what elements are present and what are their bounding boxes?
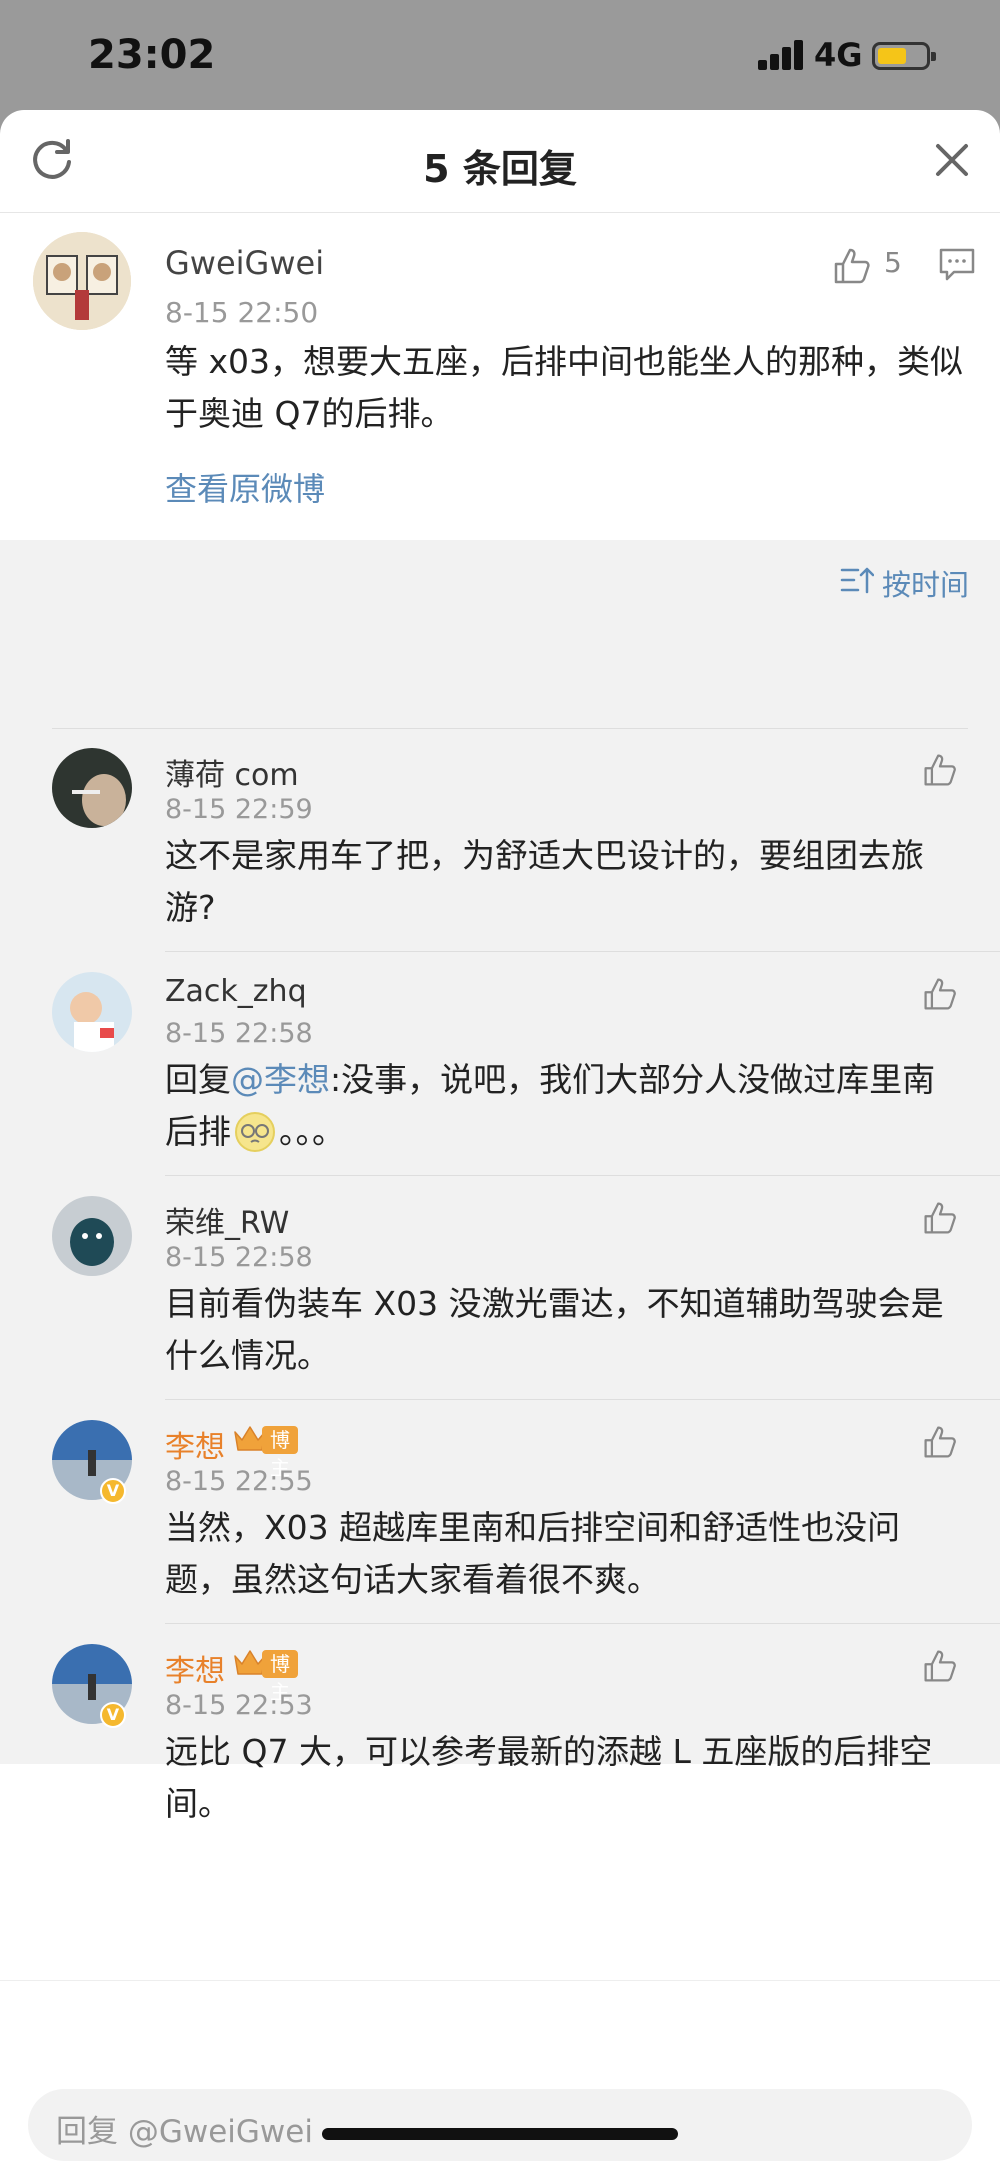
username[interactable]: 李想 [165, 1422, 225, 1466]
like-icon[interactable] [922, 752, 958, 788]
reply-text: 远比 Q7 大，可以参考最新的添越 L 五座版的后排空间。 [165, 1732, 933, 1823]
avatar[interactable] [52, 748, 132, 828]
reply-prefix: 回复 [165, 1060, 231, 1099]
list-item: V 李想 博主 8-15 22:55 当然，X03 超越库里南和后排空间和舒适性… [0, 1400, 1000, 1624]
mention-link[interactable]: @李想 [231, 1060, 330, 1099]
close-icon[interactable] [930, 138, 974, 182]
like-icon[interactable] [832, 246, 872, 286]
blogger-tag: 博主 [262, 1426, 298, 1480]
status-time: 23:02 [88, 32, 216, 78]
username[interactable]: Zack_zhq [165, 974, 307, 1009]
reply-text: 当然，X03 超越库里南和后排空间和舒适性也没问题，虽然这句话大家看着很不爽。 [165, 1508, 901, 1599]
sheet-header: 5 条回复 [0, 110, 1000, 213]
timestamp: 8-15 22:53 [165, 1690, 313, 1721]
emoji-icon [235, 1112, 275, 1152]
avatar[interactable] [52, 1196, 132, 1276]
list-item: 薄荷 com 8-15 22:59 这不是家用车了把，为舒适大巴设计的，要组团去… [0, 728, 1000, 952]
timestamp: 8-15 22:58 [165, 1242, 313, 1273]
avatar[interactable] [33, 232, 131, 330]
verified-badge: V [100, 1478, 126, 1504]
comment-text: 等 x03，想要大五座，后排中间也能坐人的那种，类似于奥迪 Q7的后排。 [165, 342, 964, 433]
reply-text: 这不是家用车了把，为舒适大巴设计的，要组团去旅游? [165, 836, 924, 927]
signal-icon [758, 40, 806, 70]
sort-icon [840, 567, 874, 594]
network-type: 4G [814, 36, 863, 74]
username[interactable]: 薄荷 com [165, 750, 299, 794]
original-comment: GweiGwei 8-15 22:50 5 等 x03，想要大五座，后排中间也能… [0, 214, 1000, 540]
username[interactable]: 李想 [165, 1646, 225, 1690]
username[interactable]: GweiGwei [165, 244, 324, 282]
list-item: V 李想 博主 8-15 22:53 远比 Q7 大，可以参考最新的添越 L 五… [0, 1624, 1000, 1848]
like-icon[interactable] [922, 1200, 958, 1236]
comment-icon[interactable] [938, 246, 976, 282]
like-icon[interactable] [922, 976, 958, 1012]
sheet-title: 5 条回复 [423, 147, 577, 191]
sort-label: 按时间 [882, 568, 970, 602]
reply-input-placeholder: 回复 @GweiGwei [56, 2114, 313, 2150]
list-item: Zack_zhq 8-15 22:58 回复@李想:没事，说吧，我们大部分人没做… [0, 952, 1000, 1176]
timestamp: 8-15 22:59 [165, 794, 313, 825]
like-icon[interactable] [922, 1648, 958, 1684]
replies-sheet: 5 条回复 GweiGwei 8-15 22:50 5 等 x03，想要大五座，… [0, 110, 1000, 2164]
status-bar: 23:02 4G [0, 0, 1000, 110]
avatar[interactable] [52, 972, 132, 1052]
username[interactable]: 荣维_RW [165, 1198, 289, 1242]
home-indicator[interactable] [322, 2128, 678, 2140]
reply-list: 按时间 薄荷 com 8-15 22:59 这不是家用车了把，为舒适大巴设计的，… [0, 540, 1000, 1823]
reply-suffix: 。。。 [279, 1112, 345, 1151]
timestamp: 8-15 22:58 [165, 1018, 313, 1049]
list-item: 荣维_RW 8-15 22:58 目前看伪装车 X03 没激光雷达，不知道辅助驾… [0, 1176, 1000, 1400]
reply-text: 目前看伪装车 X03 没激光雷达，不知道辅助驾驶会是什么情况。 [165, 1284, 944, 1375]
view-original-link[interactable]: 查看原微博 [165, 464, 325, 510]
battery-icon [872, 42, 936, 70]
reply-text: 回复@李想:没事，说吧，我们大部分人没做过库里南后排。。。 [165, 1054, 955, 1158]
reply-input[interactable]: 回复 @GweiGwei [28, 2089, 972, 2161]
blogger-tag: 博主 [262, 1650, 298, 1704]
verified-badge: V [100, 1702, 126, 1728]
like-count: 5 [884, 246, 902, 279]
timestamp: 8-15 22:50 [165, 296, 319, 329]
timestamp: 8-15 22:55 [165, 1466, 313, 1497]
like-icon[interactable] [922, 1424, 958, 1460]
